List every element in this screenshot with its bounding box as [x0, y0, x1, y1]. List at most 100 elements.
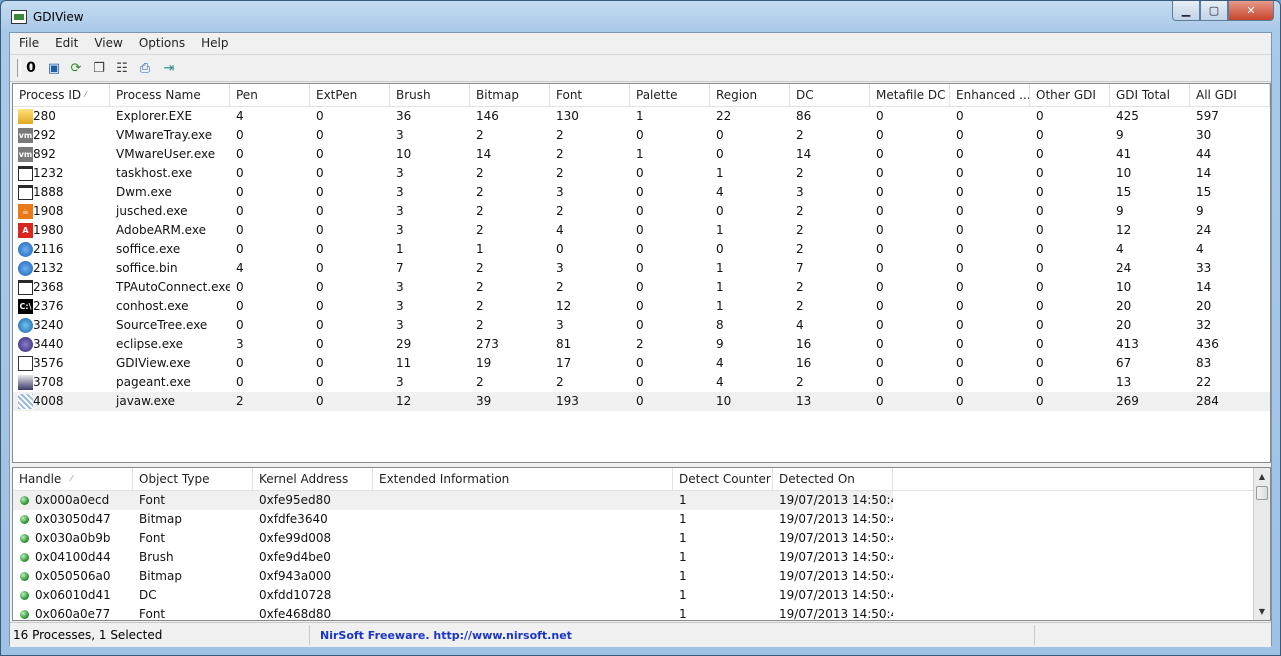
handle-row[interactable]: 0x030a0b9b Font 0xfe99d008 1 19/07/2013 14:5… — [13, 529, 893, 548]
status-empty-section — [1035, 625, 1271, 645]
column-header-label: Process Name — [116, 88, 201, 102]
menu-options[interactable]: Options — [130, 33, 192, 53]
column-header-bitmap[interactable]: Bitmap — [470, 84, 550, 106]
cell-all-gdi: 14 — [1196, 280, 1212, 294]
column-header-detected-on[interactable]: Detected On — [773, 468, 893, 490]
cell-handle: 0x04100d44 — [35, 550, 111, 564]
process-row[interactable]: 3440 eclipse.exe 3 0 29 273 81 2 9 16 0 0 0 413 436 — [13, 335, 1270, 354]
handle-list-scrollbar[interactable]: ▲ ▼ — [1253, 468, 1270, 620]
handle-row[interactable]: 0x050506a0 Bitmap 0xf943a000 1 19/07/2013 14… — [13, 567, 893, 586]
process-row[interactable]: 280 Explorer.EXE 4 0 36 146 130 1 22 86 0 0 0 425 597 — [13, 107, 1270, 126]
maximize-button[interactable]: ▢ — [1200, 1, 1228, 21]
handle-row[interactable]: 0x03050d47 Bitmap 0xfdfe3640 1 19/07/2013 14… — [13, 510, 893, 529]
column-header-palette[interactable]: Palette — [630, 84, 710, 106]
cell-handle: 0x03050d47 — [35, 512, 111, 526]
cell-metafile-dc: 0 — [876, 356, 884, 370]
refresh-icon[interactable]: ⟳ — [67, 59, 85, 77]
process-row[interactable]: 3708 pageant.exe 0 0 3 2 2 0 4 2 0 0 0 13 22 — [13, 373, 1270, 392]
scroll-up-arrow-icon[interactable]: ▲ — [1254, 468, 1270, 485]
process-row[interactable]: 3240 SourceTree.exe 0 0 3 2 3 0 8 4 0 0 0 20 32 — [13, 316, 1270, 335]
process-row[interactable]: 1232 taskhost.exe 0 0 3 2 2 0 1 2 0 0 0 10 14 — [13, 164, 1270, 183]
cell-extpen: 0 — [316, 337, 324, 351]
cell-other-gdi: 0 — [1036, 185, 1044, 199]
column-header-extended-information[interactable]: Extended Information — [373, 468, 673, 490]
column-header-font[interactable]: Font — [550, 84, 630, 106]
menu-file[interactable]: File — [10, 33, 46, 53]
cell-region: 8 — [716, 318, 724, 332]
cell-kernel-address: 0xfe99d008 — [259, 531, 332, 545]
cell-all-gdi: 22 — [1196, 375, 1212, 389]
green-dot-icon — [20, 515, 29, 524]
column-header-dc[interactable]: DC — [790, 84, 870, 106]
process-row[interactable]: 3576 GDIView.exe 0 0 11 19 17 0 4 16 0 0 0 67 83 — [13, 354, 1270, 373]
process-row[interactable]: C:\ 2376 conhost.exe 0 0 3 2 12 0 1 2 0 0 0 20 20 — [13, 297, 1270, 316]
column-header-process-name[interactable]: Process Name — [110, 84, 230, 106]
cell-detect-counter: 1 — [679, 588, 687, 602]
green-dot-icon — [20, 610, 29, 619]
process-row[interactable]: 2116 soffice.exe 0 0 1 1 0 0 0 2 0 0 0 4 4 — [13, 240, 1270, 259]
column-header-object-type[interactable]: Object Type — [133, 468, 253, 490]
handle-row[interactable]: 0x000a0ecd Font 0xfe95ed80 1 19/07/2013 14:5… — [13, 491, 893, 510]
menu-view[interactable]: View — [85, 33, 129, 53]
cell-region: 0 — [716, 128, 724, 142]
process-row[interactable]: vm 892 VMwareUser.exe 0 0 10 14 2 1 0 14 0 0 0 41 44 — [13, 145, 1270, 164]
column-header-metafile-dc[interactable]: Metafile DC — [870, 84, 950, 106]
process-row[interactable]: 1888 Dwm.exe 0 0 3 2 3 0 4 3 0 0 0 15 15 — [13, 183, 1270, 202]
column-header-detect-counter[interactable]: Detect Counter — [673, 468, 773, 490]
scroll-down-arrow-icon[interactable]: ▼ — [1254, 603, 1270, 620]
column-header-enhanced[interactable]: Enhanced ... — [950, 84, 1030, 106]
nirsoft-link[interactable]: NirSoft Freeware. http://www.nirsoft.net — [320, 629, 572, 642]
handle-row[interactable]: 0x04100d44 Brush 0xfe9d4be0 1 19/07/2013 14:… — [13, 548, 893, 567]
column-header-extpen[interactable]: ExtPen — [310, 84, 390, 106]
cell-detected-on: 19/07/2013 14:50:43 — [779, 588, 893, 602]
process-row[interactable]: ☕ 1908 jusched.exe 0 0 3 2 2 0 0 2 0 0 0 9 9 — [13, 202, 1270, 221]
process-list[interactable]: Process ID ⁄ Process Name Pen ExtPen Brush Bit… — [12, 83, 1271, 463]
handle-row[interactable]: 0x06010d41 DC 0xfdd10728 1 19/07/2013 14:50:… — [13, 586, 893, 605]
properties-icon[interactable]: ☷ — [113, 59, 131, 77]
process-row[interactable]: 4008 javaw.exe 2 0 12 39 193 0 10 13 0 0 0 269 284 — [13, 392, 1270, 411]
column-header-all-gdi[interactable]: All GDI — [1190, 84, 1270, 106]
cell-dc: 16 — [796, 356, 812, 370]
gdiview-app-icon[interactable] — [11, 10, 27, 24]
cell-handle: 0x030a0b9b — [35, 531, 111, 545]
title-bar[interactable]: GDIView ▁ ▢ ✕ — [1, 1, 1280, 33]
handle-list[interactable]: Handle ⁄ Object Type Kernel Address Extended… — [12, 467, 1271, 621]
window-title: GDIView — [33, 10, 84, 24]
column-header-brush[interactable]: Brush — [390, 84, 470, 106]
refresh-counter-icon[interactable]: 0 — [22, 59, 40, 77]
column-header-pen[interactable]: Pen — [230, 84, 310, 106]
column-header-label: Detected On — [779, 472, 855, 486]
cell-enhanced: 0 — [956, 394, 964, 408]
cell-palette: 0 — [636, 356, 644, 370]
copy-icon[interactable]: ❐ — [90, 59, 108, 77]
scroll-thumb[interactable] — [1256, 486, 1268, 500]
column-header-label: Palette — [636, 88, 678, 102]
column-header-region[interactable]: Region — [710, 84, 790, 106]
save-icon[interactable]: ▣ — [45, 59, 63, 77]
cell-font: 130 — [556, 109, 579, 123]
column-header-other-gdi[interactable]: Other GDI — [1030, 84, 1110, 106]
cell-font: 2 — [556, 166, 564, 180]
process-row[interactable]: vm 292 VMwareTray.exe 0 0 3 2 2 0 0 2 0 0 0 9 30 — [13, 126, 1270, 145]
cell-extpen: 0 — [316, 280, 324, 294]
html-report-icon[interactable]: ⎙ — [136, 59, 154, 77]
menu-edit[interactable]: Edit — [46, 33, 85, 53]
process-row[interactable]: 2132 soffice.bin 4 0 7 2 3 0 1 7 0 0 0 24 33 — [13, 259, 1270, 278]
process-row[interactable]: 2368 TPAutoConnect.exe 0 0 3 2 2 0 1 2 0 0 0 10 14 — [13, 278, 1270, 297]
close-button[interactable]: ✕ — [1228, 1, 1274, 21]
cell-process-id: 1232 — [33, 166, 64, 180]
cell-region: 1 — [716, 166, 724, 180]
column-header-process-id[interactable]: Process ID ⁄ — [13, 84, 110, 106]
menu-help[interactable]: Help — [192, 33, 235, 53]
handle-row[interactable]: 0x060a0e77 Font 0xfe468d80 1 19/07/2013 14:5… — [13, 605, 893, 620]
cell-dc: 4 — [796, 318, 804, 332]
process-row[interactable]: A 1980 AdobeARM.exe 0 0 3 2 4 0 1 2 0 0 0 12 24 — [13, 221, 1270, 240]
column-header-kernel-address[interactable]: Kernel Address — [253, 468, 373, 490]
exit-icon[interactable]: ⇥ — [160, 59, 178, 77]
cell-all-gdi: 30 — [1196, 128, 1212, 142]
column-header-handle[interactable]: Handle ⁄ — [13, 468, 133, 490]
cell-brush: 3 — [396, 299, 404, 313]
column-header-gdi-total[interactable]: GDI Total — [1110, 84, 1190, 106]
minimize-button[interactable]: ▁ — [1172, 1, 1200, 21]
cell-dc: 7 — [796, 261, 804, 275]
